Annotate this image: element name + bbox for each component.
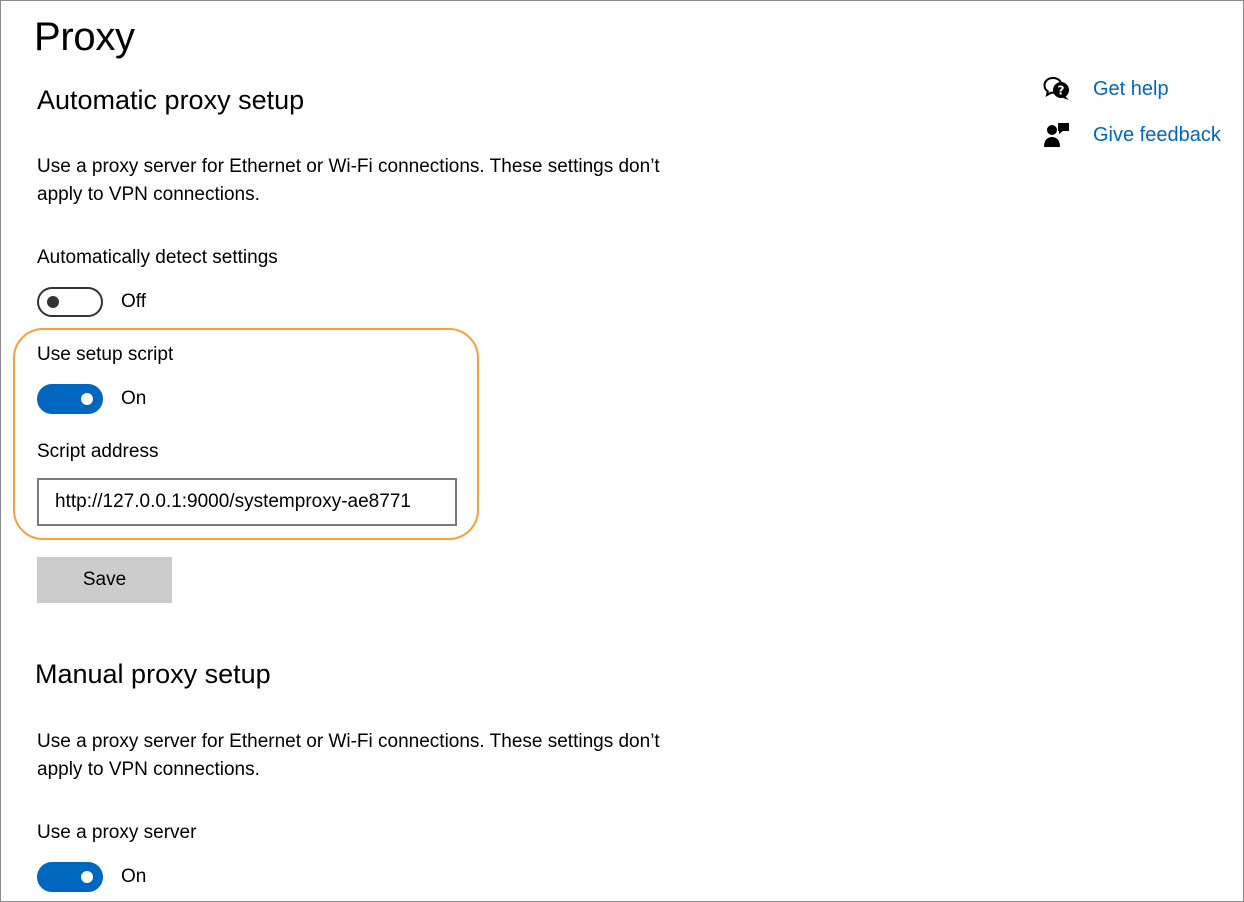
setup-script-label: Use setup script: [37, 344, 174, 365]
automatic-proxy-title: Automatic proxy setup: [37, 85, 305, 115]
script-address-label: Script address: [37, 441, 159, 462]
manual-proxy-description: Use a proxy server for Ethernet or Wi-Fi…: [37, 731, 660, 780]
script-address-input[interactable]: [37, 478, 457, 526]
give-feedback-label[interactable]: Give feedback: [1093, 124, 1221, 147]
setup-script-toggle[interactable]: [37, 384, 103, 414]
give-feedback-link[interactable]: Give feedback: [1043, 121, 1221, 149]
auto-detect-label: Automatically detect settings: [37, 247, 278, 268]
feedback-icon: [1043, 121, 1071, 149]
svg-text:?: ?: [1058, 84, 1065, 98]
manual-proxy-title: Manual proxy setup: [35, 659, 271, 689]
get-help-link[interactable]: ? Get help: [1043, 75, 1169, 103]
use-proxy-toggle[interactable]: [37, 862, 103, 892]
setup-script-state: On: [121, 388, 147, 409]
help-chat-icon: ?: [1043, 75, 1071, 103]
toggle-knob: [47, 296, 59, 308]
auto-detect-state: Off: [121, 291, 146, 312]
save-button[interactable]: Save: [37, 557, 172, 603]
page-title: Proxy: [34, 15, 135, 59]
use-proxy-state: On: [121, 866, 147, 887]
use-proxy-label: Use a proxy server: [37, 822, 197, 843]
auto-detect-toggle[interactable]: [37, 287, 103, 317]
settings-window: Proxy ? Get help Give feedback Automatic…: [0, 0, 1244, 902]
toggle-knob: [81, 871, 93, 883]
automatic-proxy-description: Use a proxy server for Ethernet or Wi-Fi…: [37, 156, 660, 205]
get-help-label[interactable]: Get help: [1093, 78, 1169, 101]
toggle-knob: [81, 393, 93, 405]
